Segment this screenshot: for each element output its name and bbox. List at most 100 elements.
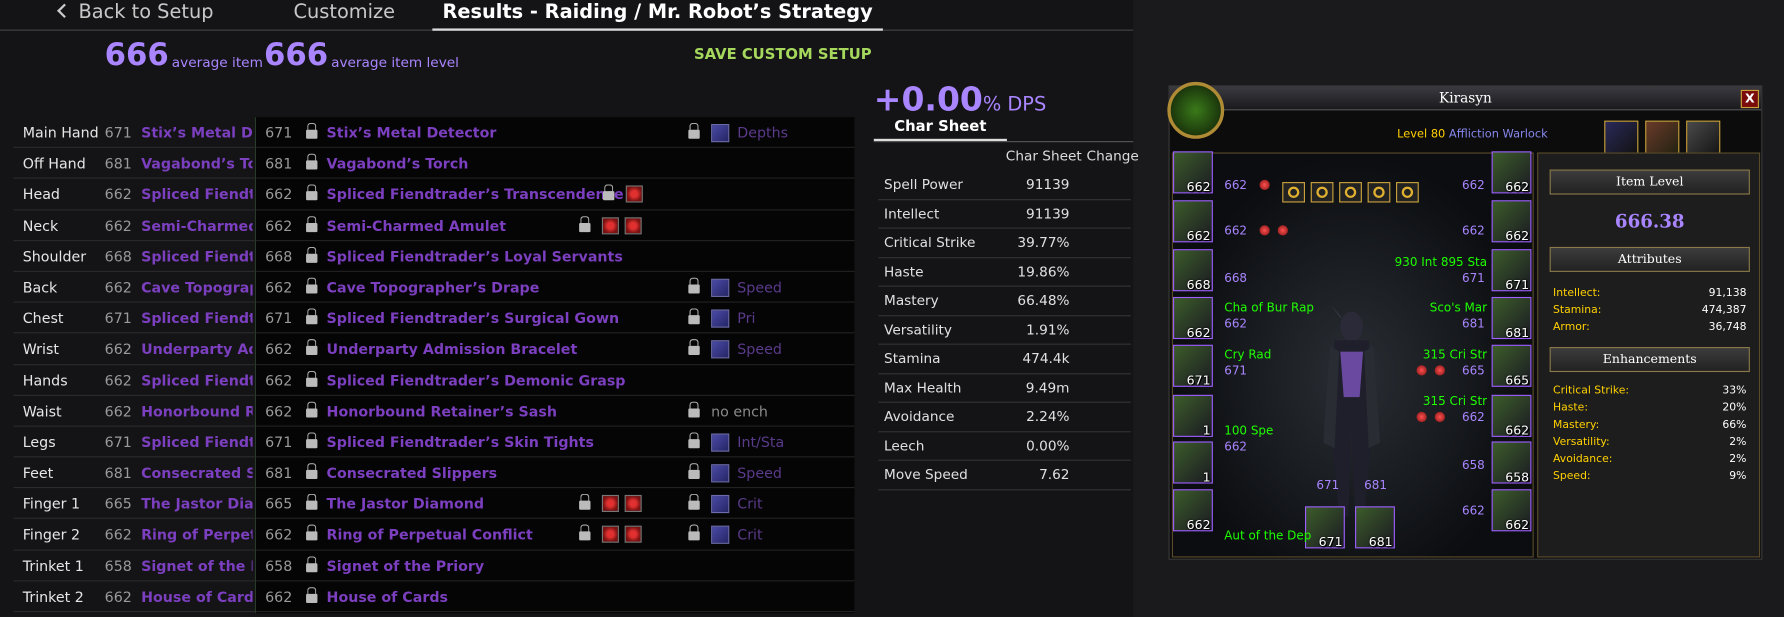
lock-icon[interactable] (306, 277, 318, 294)
current-gear-row[interactable]: Shoulder 668 Spliced Fiendtrac (13, 241, 255, 272)
gear-row[interactable]: 681 Consecrated Slippers Speed (255, 457, 855, 489)
right-equip-slot[interactable]: 662 (1491, 394, 1532, 438)
left-slot-ilvl: 662 (1224, 317, 1248, 332)
left-equip-slot[interactable]: 1 (1173, 441, 1213, 485)
current-gear-row[interactable]: Feet 681 Consecrated Slip (13, 457, 255, 489)
gear-row[interactable]: 662 Semi-Charmed Amulet (255, 210, 855, 241)
left-equip-slot[interactable]: 662 (1173, 489, 1213, 532)
current-gear-row[interactable]: Main Hand 671 Stix’s Metal Dete (13, 117, 255, 149)
lock-icon[interactable] (306, 339, 318, 356)
gem-lock-icon[interactable] (579, 494, 591, 511)
right-equip-slot[interactable]: 662 (1491, 200, 1532, 243)
currency-tab-icon[interactable] (1686, 120, 1721, 155)
tab-results[interactable]: Results - Raiding / Mr. Robot’s Strategy (432, 0, 883, 31)
current-gear-row[interactable]: Finger 2 662 Ring of Perpetual (13, 519, 255, 551)
rotate-right-icon[interactable] (1367, 182, 1391, 203)
gem-lock-icon[interactable] (603, 184, 615, 201)
lock-icon[interactable] (306, 308, 318, 325)
gear-row[interactable]: 671 Spliced Fiendtrader’s Skin Tights Int/… (255, 427, 855, 458)
gear-row[interactable]: 662 Spliced Fiendtrader’s Transcendence (255, 179, 855, 210)
gear-row[interactable]: 662 Underparty Admission Bracelet Speed (255, 334, 855, 365)
current-gear-row[interactable]: Trinket 2 662 House of Cards (13, 581, 255, 613)
current-gear-row[interactable]: Off Hand 681 Vagabond’s Torch (13, 148, 255, 180)
lock-icon[interactable] (306, 586, 318, 604)
gear-row[interactable]: 658 Signet of the Priory (255, 550, 855, 582)
stat-value: 7.62 (1039, 466, 1070, 483)
enchant-lock-icon[interactable] (688, 122, 700, 140)
gear-row[interactable]: 671 Spliced Fiendtrader’s Surgical Gown Pr… (255, 303, 855, 334)
enchant-label: Crit (737, 526, 763, 544)
item-level: 671 (265, 124, 293, 142)
lock-icon[interactable] (306, 525, 318, 542)
current-gear-row[interactable]: Legs 671 Spliced Fiendtrac (13, 427, 255, 458)
lock-icon[interactable] (306, 432, 318, 449)
lock-icon[interactable] (306, 370, 318, 387)
current-gear-row[interactable]: Wrist 662 Underparty Admi (13, 334, 255, 365)
enchant-lock-icon[interactable] (688, 494, 700, 511)
lock-icon[interactable] (306, 184, 318, 201)
gear-row[interactable]: 662 Ring of Perpetual Conflict Crit (255, 519, 855, 551)
right-equip-slot[interactable]: 658 (1491, 441, 1532, 485)
enchant-lock-icon[interactable] (688, 277, 700, 294)
lock-icon[interactable] (306, 555, 318, 573)
gear-row[interactable]: 662 Honorbound Retainer’s Sash no ench (255, 396, 855, 427)
current-gear-row[interactable]: Head 662 Spliced Fiendtrac (13, 179, 255, 210)
slot-name: Shoulder (22, 247, 87, 265)
enchant-lock-icon[interactable] (688, 525, 700, 542)
lock-icon[interactable] (306, 122, 318, 140)
zoom-in-icon[interactable] (1282, 182, 1306, 203)
enchant-lock-icon[interactable] (688, 401, 700, 418)
gear-row[interactable]: 671 Stix’s Metal Detector Depths (255, 117, 855, 149)
left-equip-slot[interactable]: 662 (1173, 151, 1213, 195)
weapon-slot[interactable]: 681 (1355, 506, 1395, 550)
gear-row[interactable]: 665 The Jastor Diamond Crit (255, 488, 855, 520)
left-equip-slot[interactable]: 1 (1173, 394, 1213, 438)
enchant-lock-icon[interactable] (688, 308, 700, 325)
left-equip-slot[interactable]: 662 (1173, 296, 1213, 340)
left-equip-slot[interactable]: 662 (1173, 200, 1213, 243)
lock-icon[interactable] (306, 215, 318, 232)
lock-icon[interactable] (306, 246, 318, 263)
rotate-left-icon[interactable] (1339, 182, 1362, 203)
left-equip-slot[interactable]: 671 (1173, 344, 1213, 388)
back-to-setup-tab[interactable]: Back to Setup (57, 0, 213, 31)
right-equip-slot[interactable]: 662 (1491, 151, 1532, 195)
lock-icon[interactable] (306, 494, 318, 511)
paperdoll-tab-icon[interactable] (1604, 120, 1639, 155)
enchant-lock-icon[interactable] (688, 339, 700, 356)
current-gear-row[interactable]: Back 662 Cave Topographe (13, 272, 255, 303)
current-gear-row[interactable]: Chest 671 Spliced Fiendtrac (13, 303, 255, 334)
current-gear-row[interactable]: Finger 1 665 The Jastor Diamo (13, 488, 255, 520)
current-gear-row[interactable]: Neck 662 Semi-Charmed A (13, 210, 255, 241)
right-equip-slot[interactable]: 671 (1491, 249, 1532, 292)
right-equip-slot[interactable]: 665 (1491, 344, 1532, 388)
lock-icon[interactable] (306, 153, 318, 170)
gem-icon (624, 216, 642, 234)
enchant-lock-icon[interactable] (688, 463, 700, 480)
gear-row[interactable]: 662 Cave Topographer’s Drape Speed (255, 272, 855, 303)
right-equip-slot[interactable]: 662 (1491, 489, 1532, 532)
current-gear-row[interactable]: Waist 662 Honorbound Ret (13, 396, 255, 427)
lock-icon[interactable] (306, 401, 318, 418)
zoom-out-icon[interactable] (1310, 182, 1334, 203)
gear-row[interactable]: 662 Spliced Fiendtrader’s Demonic Grasp (255, 365, 855, 396)
gear-row[interactable]: 662 House of Cards (255, 581, 855, 613)
reset-view-icon[interactable] (1396, 182, 1419, 203)
current-gear-row[interactable]: Trinket 1 658 Signet of the Prio (13, 550, 255, 582)
gem-lock-icon[interactable] (579, 215, 591, 232)
right-equip-slot[interactable]: 681 (1491, 296, 1532, 340)
tab-customize[interactable]: Customize (294, 0, 396, 31)
gem-icon (1277, 225, 1288, 236)
avg-ilvl-left-label: average item (171, 54, 263, 71)
gear-row[interactable]: 668 Spliced Fiendtrader’s Loyal Servants (255, 241, 855, 272)
reputation-tab-icon[interactable] (1645, 120, 1680, 155)
tab-char-sheet[interactable]: Char Sheet (873, 118, 1007, 142)
current-gear-row[interactable]: Hands 662 Spliced Fiendtrac (13, 365, 255, 396)
save-custom-setup-button[interactable]: SAVE CUSTOM SETUP (694, 47, 872, 64)
lock-icon[interactable] (306, 463, 318, 480)
close-button[interactable]: X (1740, 89, 1759, 109)
enchant-lock-icon[interactable] (688, 432, 700, 449)
left-equip-slot[interactable]: 668 (1173, 249, 1213, 292)
gear-row[interactable]: 681 Vagabond’s Torch (255, 148, 855, 180)
gem-lock-icon[interactable] (579, 525, 591, 542)
